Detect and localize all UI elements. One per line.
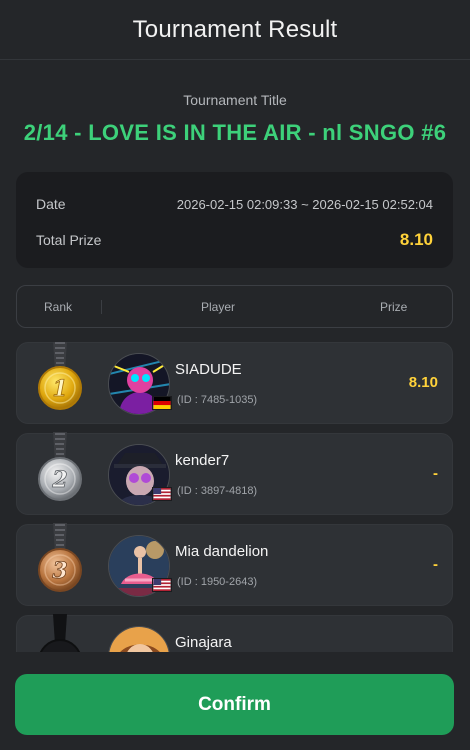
rank-medal-icon <box>39 614 81 652</box>
header: Tournament Result <box>0 0 470 60</box>
usa-flag-icon <box>152 487 172 501</box>
date-label: Date <box>36 196 66 212</box>
total-prize-value: 8.10 <box>399 230 433 249</box>
player-name: SIADUDE <box>175 361 242 378</box>
germany-flag-icon <box>152 396 172 410</box>
date-value: 2026-02-15 02:09:33 ~ 2026-02-15 02:52:0… <box>176 196 433 212</box>
list-item[interactable]: Ginajara <box>16 614 453 652</box>
tournament-title-label: Tournament Title <box>183 92 287 108</box>
silver-medal-icon: 2 <box>38 432 82 501</box>
svg-text:3: 3 <box>52 558 67 584</box>
player-avatar-wrap[interactable] <box>108 353 172 415</box>
player-name: Mia dandelion <box>175 543 269 560</box>
player-name: Ginajara <box>175 634 232 651</box>
list-item[interactable]: 3 Mia dandelion (ID : 1950-2643) - <box>16 523 453 606</box>
svg-text:1: 1 <box>52 376 67 402</box>
avatar[interactable] <box>108 626 170 652</box>
list-item[interactable]: 2 kender7 (ID : 3897-4818) - <box>16 432 453 515</box>
usa-flag-icon <box>152 578 172 592</box>
results-list[interactable]: 1 SIADUDE (ID : 7485-1035) 8.10 2 kender… <box>16 342 453 652</box>
page-title: Tournament Result <box>132 15 338 43</box>
column-rank: Rank <box>44 300 73 314</box>
column-divider <box>101 300 102 314</box>
player-id: (ID : 1950-2643) <box>177 576 258 588</box>
player-id: (ID : 3897-4818) <box>177 485 258 497</box>
player-avatar-wrap[interactable] <box>108 535 172 597</box>
tournament-name: 2/14 - LOVE IS IN THE AIR - nl SNGO #6 <box>23 120 447 145</box>
player-prize: - <box>433 465 438 482</box>
total-prize-row: Total Prize 8.10 <box>36 228 433 252</box>
gold-medal-icon: 1 <box>38 342 82 410</box>
player-name: kender7 <box>175 452 230 469</box>
tournament-info-card: Date 2026-02-15 02:09:33 ~ 2026-02-15 02… <box>16 172 453 268</box>
total-prize-label: Total Prize <box>36 232 102 248</box>
player-id: (ID : 7485-1035) <box>177 394 258 406</box>
player-avatar-wrap[interactable] <box>108 626 170 652</box>
svg-text:2: 2 <box>51 467 67 493</box>
player-prize: - <box>433 556 438 573</box>
list-item[interactable]: 1 SIADUDE (ID : 7485-1035) 8.10 <box>16 342 453 424</box>
column-player: Player <box>201 300 236 314</box>
results-column-header: Rank Player Prize <box>16 285 453 328</box>
bronze-medal-icon: 3 <box>38 523 82 592</box>
date-row: Date 2026-02-15 02:09:33 ~ 2026-02-15 02… <box>36 194 433 214</box>
player-prize: 8.10 <box>408 374 438 391</box>
player-avatar-wrap[interactable] <box>108 444 172 506</box>
confirm-button[interactable]: Confirm <box>15 674 454 735</box>
column-prize: Prize <box>380 300 408 314</box>
